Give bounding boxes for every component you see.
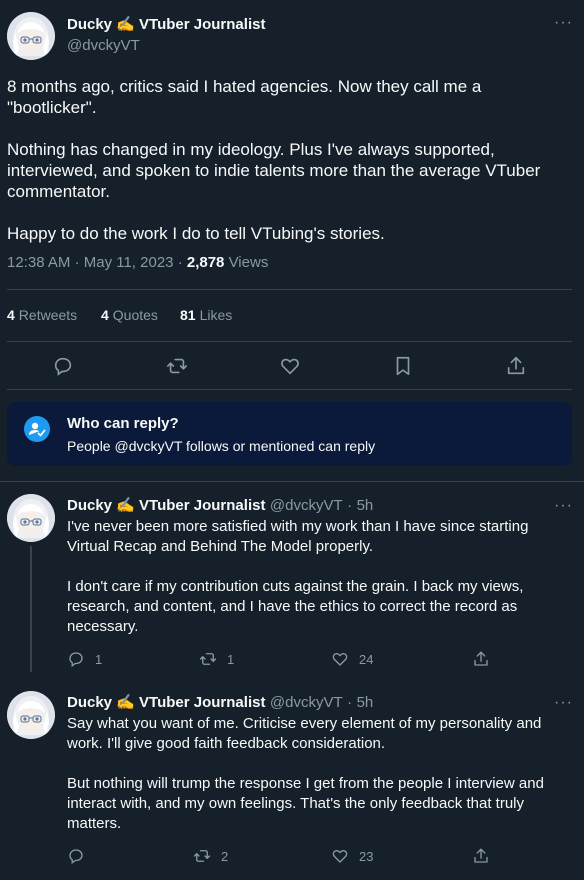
- likes-label: Likes: [199, 307, 233, 323]
- reply-text: I've never been more satisfied with my w…: [67, 517, 572, 637]
- reply-handle[interactable]: @dvckyVT: [270, 694, 343, 711]
- likes-count: 81: [180, 307, 196, 323]
- more-options-icon[interactable]: ···: [554, 498, 573, 514]
- reply-header: Ducky ✍️ VTuber Journalist @dvckyVT · 5h: [67, 497, 374, 514]
- retweet-icon: [199, 650, 217, 668]
- divider: [7, 389, 572, 390]
- notice-body: People @dvckyVT follows or mentioned can…: [67, 438, 376, 454]
- reply-age[interactable]: 5h: [357, 694, 374, 711]
- tweet-date[interactable]: May 11, 2023: [84, 254, 174, 271]
- like-count: 24: [359, 651, 374, 667]
- retweets-label: Retweets: [18, 307, 78, 323]
- avatar[interactable]: [7, 12, 55, 60]
- more-options-icon[interactable]: ···: [554, 695, 573, 711]
- reply-reply-button[interactable]: [67, 847, 95, 865]
- reply-paragraph: I don't care if my contribution cuts aga…: [67, 578, 524, 635]
- more-options-icon[interactable]: ···: [554, 15, 573, 31]
- reply-paragraph: I've never been more satisfied with my w…: [67, 518, 529, 555]
- views-label: Views: [228, 254, 269, 271]
- bookmark-icon[interactable]: [392, 355, 414, 377]
- retweets-stat[interactable]: 4 Retweets: [7, 307, 77, 323]
- like-count: 23: [359, 848, 374, 864]
- like-icon[interactable]: [279, 355, 301, 377]
- likes-stat[interactable]: 81 Likes: [180, 307, 232, 323]
- reply-text: Say what you want of me. Criticise every…: [67, 714, 572, 834]
- share-icon[interactable]: [505, 355, 527, 377]
- tweet-paragraph: Nothing has changed in my ideology. Plus…: [7, 140, 541, 201]
- people-check-icon: [24, 416, 50, 442]
- author-display-name[interactable]: Ducky ✍️ VTuber Journalist: [67, 15, 265, 33]
- retweet-count: 2: [221, 848, 229, 864]
- reply-like-button[interactable]: 24: [331, 650, 373, 668]
- retweet-icon: [193, 847, 211, 865]
- like-icon: [331, 847, 349, 865]
- share-icon: [472, 847, 490, 865]
- reply-display-name[interactable]: Ducky ✍️ VTuber Journalist: [67, 694, 265, 711]
- reply-age[interactable]: 5h: [357, 497, 374, 514]
- reply-share-button[interactable]: [472, 650, 490, 668]
- tweet-paragraph: Happy to do the work I do to tell VTubin…: [7, 224, 385, 243]
- reply-restriction-notice: Who can reply? People @dvckyVT follows o…: [7, 402, 572, 466]
- reply-retweet-button[interactable]: 1: [199, 650, 234, 668]
- divider: [7, 341, 572, 342]
- notice-title: Who can reply?: [67, 415, 179, 432]
- reply-retweet-button[interactable]: 2: [193, 847, 228, 865]
- reply-paragraph: Say what you want of me. Criticise every…: [67, 715, 542, 752]
- reply-icon: [67, 650, 85, 668]
- tweet-time[interactable]: 12:38 AM: [7, 254, 70, 271]
- reply-share-button[interactable]: [472, 847, 490, 865]
- reply-avatar[interactable]: [7, 691, 55, 739]
- reply-paragraph: But nothing will trump the response I ge…: [67, 775, 544, 832]
- tweet-paragraph: 8 months ago, critics said I hated agenc…: [7, 77, 482, 117]
- tweet-text: 8 months ago, critics said I hated agenc…: [7, 76, 572, 244]
- reply-icon[interactable]: [52, 355, 74, 377]
- like-icon: [331, 650, 349, 668]
- reply-count: 1: [95, 651, 103, 667]
- quotes-count: 4: [101, 307, 109, 323]
- reply-icon: [67, 847, 85, 865]
- avatar-image: [7, 691, 55, 739]
- avatar-image: [7, 494, 55, 542]
- divider: [7, 289, 572, 290]
- reply-like-button[interactable]: 23: [331, 847, 373, 865]
- reply-handle[interactable]: @dvckyVT: [270, 497, 343, 514]
- thread-connector-line: [30, 546, 32, 672]
- avatar-image: [7, 12, 55, 60]
- tweet-meta: 12:38 AM · May 11, 2023 · 2,878 Views: [7, 254, 269, 271]
- reply-display-name[interactable]: Ducky ✍️ VTuber Journalist: [67, 497, 265, 514]
- divider: [0, 481, 584, 482]
- quotes-stat[interactable]: 4 Quotes: [101, 307, 158, 323]
- share-icon: [472, 650, 490, 668]
- author-handle[interactable]: @dvckyVT: [67, 37, 140, 54]
- retweet-icon[interactable]: [166, 355, 188, 377]
- reply-reply-button[interactable]: 1: [67, 650, 102, 668]
- views-count: 2,878: [186, 254, 225, 271]
- retweet-count: 1: [227, 651, 235, 667]
- reply-header: Ducky ✍️ VTuber Journalist @dvckyVT · 5h: [67, 694, 374, 711]
- retweets-count: 4: [7, 307, 15, 323]
- quotes-label: Quotes: [112, 307, 158, 323]
- reply-avatar[interactable]: [7, 494, 55, 542]
